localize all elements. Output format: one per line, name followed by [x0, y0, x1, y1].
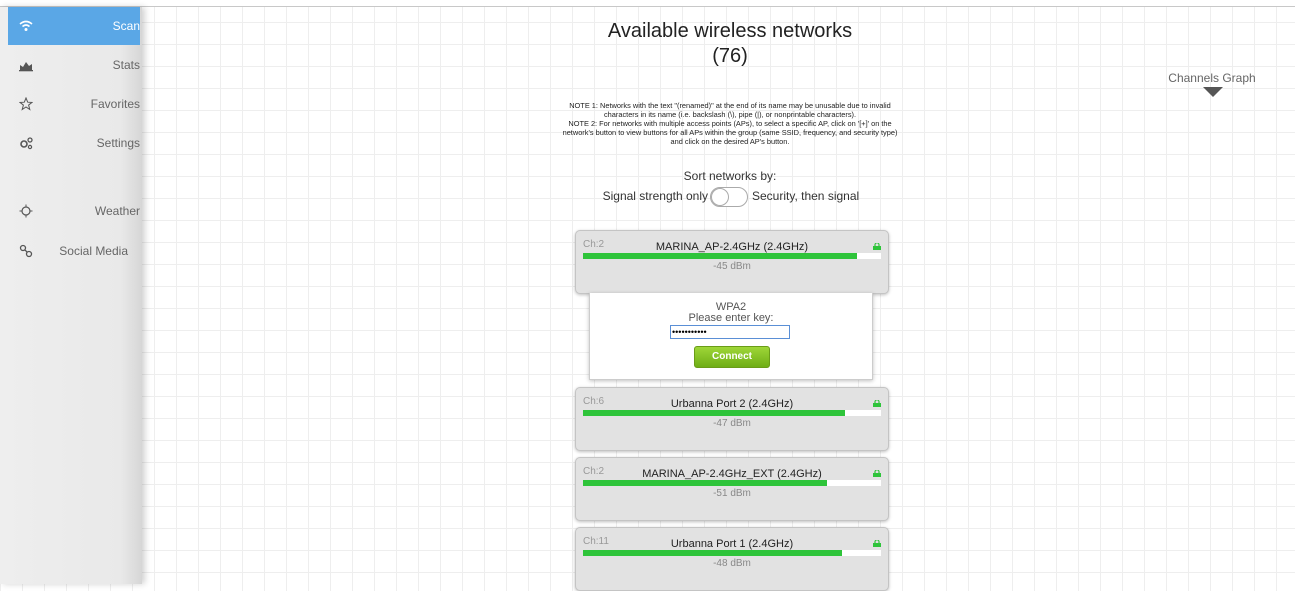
sidebar-item-label: Stats	[112, 58, 140, 72]
network-ssid: MARINA_AP-2.4GHz_EXT (2.4GHz)	[642, 468, 822, 480]
signal-bar	[583, 253, 881, 259]
sidebar-item-label: Weather	[94, 204, 140, 218]
gears-icon	[20, 137, 33, 150]
sidebar-item-scan[interactable]: Scan	[8, 7, 140, 45]
network-ssid: Urbanna Port 2 (2.4GHz)	[670, 398, 794, 410]
signal-bar-fill	[583, 480, 828, 486]
sort-option-signal: Signal strength only	[602, 189, 708, 203]
title-line: Available wireless networks	[607, 20, 853, 42]
lock-icon	[873, 243, 881, 250]
notes-text: NOTE 1: Networks with the text "(renamed…	[560, 101, 900, 146]
star-icon	[19, 97, 33, 111]
sidebar-item-label: Scan	[112, 19, 140, 33]
network-count: (76)	[712, 45, 748, 67]
sort-toggle[interactable]	[710, 187, 748, 207]
sidebar-item-label: Favorites	[90, 97, 140, 111]
sidebar-item-favorites[interactable]: Favorites	[8, 85, 140, 123]
signal-dbm: -47 dBm	[713, 418, 751, 429]
sort-toggle-row: Signal strength only Security, then sign…	[560, 187, 900, 207]
signal-bar	[583, 480, 881, 486]
share-icon	[19, 244, 33, 258]
key-input[interactable]	[670, 325, 790, 339]
network-card[interactable]: Ch:2 MARINA_AP-2.4GHz (2.4GHz) -45 dBm	[575, 230, 889, 294]
triangle-down-icon[interactable]	[1203, 87, 1223, 97]
network-ssid: MARINA_AP-2.4GHz (2.4GHz)	[655, 241, 809, 253]
signal-dbm: -48 dBm	[713, 558, 751, 569]
sort-label: Sort networks by:	[683, 169, 777, 183]
key-prompt: Please enter key:	[688, 312, 774, 324]
sidebar-item-label: Social Media	[59, 244, 128, 258]
network-card[interactable]: Ch:6 Urbanna Port 2 (2.4GHz) -47 dBm	[575, 387, 889, 451]
sidebar-item-social-media[interactable]: Social Media	[8, 232, 140, 270]
signal-bar-fill	[583, 410, 846, 416]
sidebar-item-label: Settings	[96, 136, 140, 150]
sidebar-item-settings[interactable]: Settings	[8, 124, 140, 162]
chart-icon	[19, 62, 33, 72]
signal-bar	[583, 410, 881, 416]
sort-option-security: Security, then signal	[752, 189, 860, 203]
signal-bar-fill	[583, 253, 858, 259]
network-card[interactable]: Ch:11 Urbanna Port 1 (2.4GHz) -48 dBm	[575, 527, 889, 591]
wifi-icon	[19, 20, 33, 31]
network-ssid: Urbanna Port 1 (2.4GHz)	[670, 538, 794, 550]
channels-graph-label[interactable]: Channels Graph	[1160, 71, 1264, 85]
signal-dbm: -51 dBm	[713, 488, 751, 499]
page-title: Available wireless networks (76)	[515, 19, 945, 69]
lock-icon	[873, 540, 881, 547]
top-border	[0, 0, 1295, 7]
sun-icon	[19, 204, 33, 218]
connect-button[interactable]: Connect	[694, 346, 770, 368]
lock-icon	[873, 400, 881, 407]
sidebar: Scan Stats Favorites Settings Weather So…	[0, 7, 142, 584]
signal-bar-fill	[583, 550, 843, 556]
network-card[interactable]: Ch:2 MARINA_AP-2.4GHz_EXT (2.4GHz) -51 d…	[575, 457, 889, 521]
toggle-knob	[711, 188, 729, 206]
lock-icon	[873, 470, 881, 477]
note-line: NOTE 1: Networks with the text "(renamed…	[569, 101, 891, 119]
signal-dbm: -45 dBm	[713, 261, 751, 272]
sidebar-item-weather[interactable]: Weather	[8, 192, 140, 230]
connect-panel: WPA2 Please enter key: Connect	[589, 293, 873, 380]
signal-bar	[583, 550, 881, 556]
sidebar-item-stats[interactable]: Stats	[8, 46, 140, 84]
note-line: NOTE 2: For networks with multiple acces…	[562, 119, 898, 146]
